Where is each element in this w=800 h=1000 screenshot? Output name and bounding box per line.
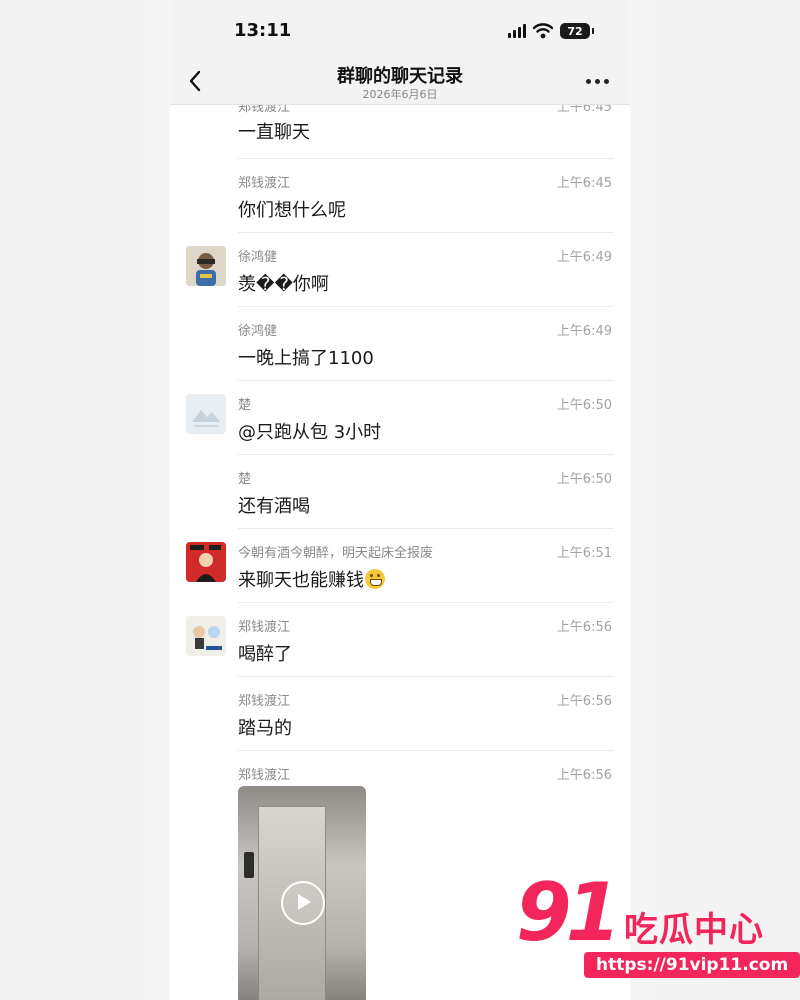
message-text: 来聊天也能赚钱 [238,566,385,592]
message-sender: 郑钱渡江 [238,694,291,709]
message-text: 你们想什么呢 [238,200,346,221]
video-thumbnail[interactable] [238,786,366,1000]
page-title: 群聊的聊天记录 [337,66,463,87]
avatar-sticker [186,616,226,656]
message-time: 上午6:56 [556,768,612,783]
message-item: 郑钱渡江 上午6:56 喝醉了 [170,602,630,676]
status-bar: 13:11 72 [170,0,630,58]
avatar[interactable] [186,542,226,582]
divider [238,528,614,529]
message-sender: 楚 [238,398,252,413]
message-sender: 今朝有酒今朝醉，明天起床全报废 [238,546,434,561]
message-sender: 楚 [238,472,252,487]
message-text: 还有酒喝 [238,496,310,517]
message-sender: 郑钱渡江 [238,620,291,635]
avatar-photo [186,246,226,286]
battery-level: 72 [567,24,583,38]
message-item: 楚 上午6:50 @只跑从包 3小时 [170,380,630,454]
message-item: 郑钱渡江 上午6:45 你们想什么呢 [170,158,630,232]
message-text: 一晚上搞了1100 [238,348,374,369]
message-text-content: 来聊天也能赚钱 [238,570,364,591]
message-sender: 徐鸿健 [238,324,278,339]
message-time: 上午6:49 [556,324,612,339]
battery-icon: 72 [560,23,594,39]
status-time: 13:11 [234,20,292,41]
message-item: 郑钱渡江 上午6:45 一直聊天 [170,104,630,158]
message-text: @只跑从包 3小时 [238,422,382,443]
divider [238,232,614,233]
page-subtitle-date: 2026年6月6日 [362,88,438,101]
grinning-emoji-icon [365,569,385,589]
divider [238,602,614,603]
message-time: 上午6:56 [556,694,612,709]
message-text: 喝醉了 [238,644,292,665]
divider [238,750,614,751]
divider [238,676,614,677]
avatar[interactable] [186,246,226,286]
nav-bar: 群聊的聊天记录 2026年6月6日 [170,58,630,105]
signal-icon [508,24,526,38]
message-item: 徐鸿健 上午6:49 羡��你啊 [170,232,630,306]
message-time: 上午6:50 [556,398,612,413]
watermark-text: 吃瓜中心 [624,910,764,950]
landscape-icon [186,394,226,434]
message-item: 郑钱渡江 上午6:56 踏马的 [170,676,630,750]
message-text: 羡��你啊 [238,274,329,295]
message-time: 上午6:45 [556,104,612,115]
message-sender: 徐鸿健 [238,250,278,265]
avatar[interactable] [186,616,226,656]
message-time: 上午6:51 [556,546,612,561]
avatar-character [186,542,226,582]
message-text: 一直聊天 [238,122,310,143]
message-time: 上午6:56 [556,620,612,635]
message-item: 徐鸿健 上午6:49 一晚上搞了1100 [170,306,630,380]
divider [238,158,614,159]
divider [238,380,614,381]
watermark-url: https://91vip11.com [584,952,800,978]
watermark-logo: 91 吃瓜中心 https://91vip11.com [512,866,800,990]
message-time: 上午6:45 [556,176,612,191]
message-sender: 郑钱渡江 [238,104,291,115]
wifi-icon [533,23,553,39]
elevator-panel [244,852,254,878]
message-sender: 郑钱渡江 [238,176,291,191]
divider [238,306,614,307]
status-icons: 72 [508,21,594,41]
play-icon[interactable] [281,881,325,925]
watermark-number: 91 [516,866,621,959]
message-item: 楚 上午6:50 还有酒喝 [170,454,630,528]
message-item: 今朝有酒今朝醉，明天起床全报废 上午6:51 来聊天也能赚钱 [170,528,630,602]
message-sender: 郑钱渡江 [238,768,291,783]
avatar[interactable] [186,394,226,434]
phone-screen: 13:11 72 群聊的聊天记录 2026年6月6日 郑钱渡江 上午6:45 一… [170,0,630,1000]
message-time: 上午6:49 [556,250,612,265]
divider [238,454,614,455]
message-time: 上午6:50 [556,472,612,487]
more-options-icon[interactable] [586,76,612,86]
message-text: 踏马的 [238,718,292,739]
